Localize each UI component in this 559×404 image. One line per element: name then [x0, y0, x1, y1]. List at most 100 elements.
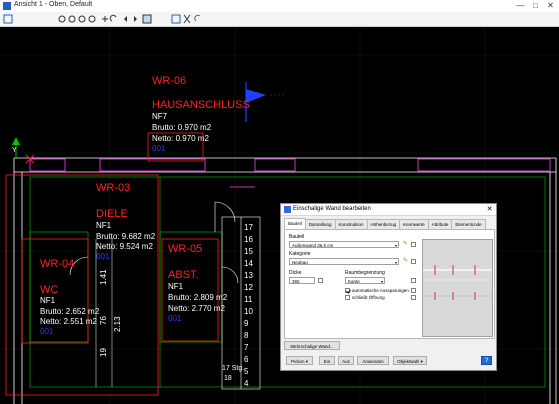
kategorie-select[interactable]: Neubau ▾ — [289, 258, 399, 265]
stair-step-13: 13 — [244, 271, 253, 280]
tab-attribute[interactable]: Attribute — [427, 219, 453, 229]
room-brutto-wr06: Brutto: 0.970 m2 — [152, 123, 212, 132]
anwenden-button[interactable]: Anwenden — [357, 356, 389, 365]
room-id-wr06: WR-06 — [152, 75, 186, 87]
dim-141: 1.41 — [99, 269, 108, 285]
pan-icon[interactable] — [102, 16, 108, 22]
refresh-icon[interactable] — [194, 14, 201, 22]
room-type-wr05: NF1 — [168, 282, 184, 291]
axis-y-label: Y — [12, 147, 17, 154]
room-brutto-wr03: Brutto: 9.682 m2 — [96, 232, 156, 241]
objektwahl-button[interactable]: Objektwahl ▾ — [393, 356, 427, 365]
room-netto-wr03: Netto: 9.524 m2 — [96, 242, 153, 251]
aus-button[interactable]: Aus — [338, 356, 354, 365]
tab-hoehenbezug[interactable]: Höhenbezug — [366, 219, 401, 229]
dialog-title: Einschalige Wand bearbeiten — [293, 206, 371, 212]
zoom-window-icon[interactable] — [78, 15, 86, 23]
dim-213: 2.13 — [113, 316, 122, 332]
chevron-down-icon: ▾ — [394, 243, 397, 248]
dicke-input[interactable]: 365 — [289, 277, 315, 284]
room-type-wr03: NF1 — [96, 221, 112, 230]
room-type-wr06: NF7 — [152, 112, 168, 121]
undo-view-icon[interactable] — [124, 16, 127, 22]
raumbegrenzung-value: Kante — [348, 279, 360, 284]
help-button[interactable]: ? — [481, 356, 492, 365]
schliesst-oeffnung-checkbox[interactable] — [345, 295, 350, 300]
zoom-in-icon[interactable] — [58, 15, 66, 23]
room-netto-wr06: Netto: 0.970 m2 — [152, 134, 209, 143]
room-num-wr06: 001 — [152, 144, 166, 153]
stair-number: 18 — [224, 375, 232, 382]
raumbegrenzung-checkbox[interactable] — [411, 278, 416, 283]
kategorie-value: Neubau — [292, 260, 308, 265]
wall-icon — [284, 206, 291, 213]
dialog-close-button[interactable]: ✕ — [485, 205, 494, 214]
dicke-checkbox[interactable] — [318, 278, 323, 283]
ein-button[interactable]: Ein — [319, 356, 335, 365]
view-toolbar — [0, 12, 559, 27]
tab-bauteil[interactable]: Bauteil — [284, 218, 306, 229]
tab-elementcode[interactable]: Elementcode — [451, 219, 486, 229]
kategorie-checkbox[interactable] — [411, 259, 416, 264]
dicke-value: 365 — [292, 279, 300, 284]
stair-step-12: 12 — [244, 283, 253, 292]
tab-darstellung[interactable]: Darstellung — [304, 219, 336, 229]
bauteil-select[interactable]: Außenwand 36,5 cm ▾ — [289, 241, 399, 248]
redo-view-icon[interactable] — [134, 16, 137, 22]
stair-label: 17 Stg. — [222, 365, 244, 372]
stair-step-6: 6 — [244, 355, 249, 364]
raumbegrenzung-label: Raumbegrenzung — [345, 270, 385, 276]
dialog-tabs: Bauteil Darstellung Konstruktion Höhenbe… — [284, 218, 486, 229]
edit-pencil-icon[interactable]: ✎ — [402, 258, 409, 265]
section-marker[interactable] — [245, 82, 286, 122]
room-id-wr04: WR-04 — [40, 258, 74, 270]
room-name-wc: WC — [40, 284, 58, 296]
bauteil-panel: Bauteil Außenwand 36,5 cm ▾ ✎ Kategorie N… — [284, 229, 495, 339]
schliesst-oeffnung-label: schließt Öffnung — [352, 295, 385, 300]
room-num-wr04: 001 — [40, 327, 54, 336]
layers-icon[interactable] — [142, 14, 152, 24]
room-type-wr04: NF1 — [40, 296, 56, 305]
zoom-all-icon[interactable] — [88, 15, 96, 23]
tab-konstruktion[interactable]: Konstruktion — [334, 219, 368, 229]
kategorie-label: Kategorie — [289, 251, 311, 257]
room-netto-wr05: Netto: 2.770 m2 — [168, 304, 225, 313]
bauteil-label: Bauteil — [289, 234, 305, 240]
room-num-wr03: 001 — [96, 252, 110, 261]
view-icon[interactable] — [3, 14, 13, 24]
edit-wall-dialog: Einschalige Wand bearbeiten ✕ Bauteil Da… — [280, 203, 497, 371]
grid-icon[interactable] — [171, 14, 181, 24]
room-name-hausanschluss: HAUSANSCHLUSS — [152, 99, 250, 111]
edit-pencil-icon[interactable]: ✎ — [402, 241, 409, 248]
zoom-out-icon[interactable] — [68, 15, 76, 23]
room-brutto-wr04: Brutto: 2.652 m2 — [40, 307, 100, 316]
auto-aussparungen-extra-checkbox[interactable] — [411, 288, 416, 293]
bauteil-checkbox[interactable] — [411, 242, 416, 247]
room-netto-wr04: Netto: 2.551 m2 — [40, 317, 97, 326]
stair-step-5: 5 — [244, 367, 249, 376]
window-title: Ansicht 1 - Oben, Default — [14, 1, 93, 8]
dim-19: 19 — [99, 348, 108, 357]
tab-kennwerte[interactable]: Kennwerte — [399, 219, 429, 229]
axis-indicator: Y — [12, 137, 35, 164]
snap-icon[interactable] — [183, 14, 191, 24]
minimize-button[interactable]: — — [514, 1, 527, 11]
mehrschalig-button[interactable]: Mehrschalige Wand... — [284, 341, 340, 350]
stair-step-15: 15 — [244, 247, 253, 256]
room-num-wr05: 001 — [168, 314, 182, 323]
stair-step-10: 10 — [244, 307, 253, 316]
maximize-button[interactable]: □ — [529, 1, 542, 11]
room-brutto-wr05: Brutto: 2.809 m2 — [168, 293, 228, 302]
auto-aussparungen-label: automatische Aussparungen — [352, 288, 409, 293]
close-button[interactable]: ✕ — [544, 1, 557, 11]
room-id-wr03: WR-03 — [96, 182, 130, 194]
wall-preview — [422, 239, 493, 337]
bauteil-value: Außenwand 36,5 cm — [292, 243, 334, 248]
room-name-abst: ABST. — [168, 269, 199, 281]
stair-step-14: 14 — [244, 259, 253, 268]
raumbegrenzung-select[interactable]: Kante ▾ — [345, 277, 385, 284]
picken-button[interactable]: Picken ▾ — [286, 356, 313, 365]
schliesst-oeffnung-extra-checkbox[interactable] — [411, 295, 416, 300]
auto-aussparungen-checkbox[interactable] — [345, 288, 350, 293]
rotate-icon[interactable] — [109, 14, 117, 22]
